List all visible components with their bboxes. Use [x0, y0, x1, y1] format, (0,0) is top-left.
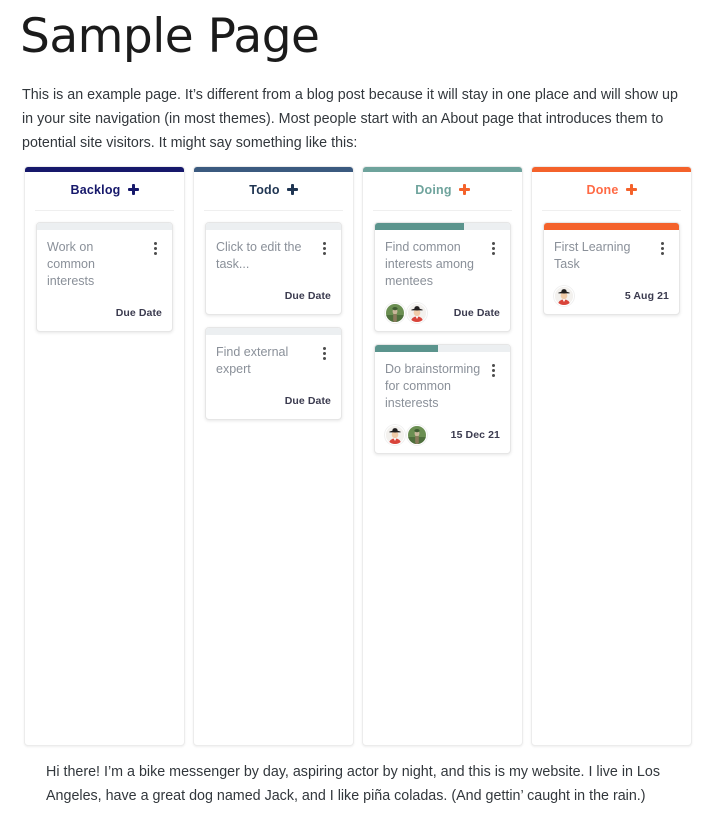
card-top-row: Click to edit the task...: [216, 239, 331, 273]
column-card-list: Find common interests among mentees Due D…: [363, 211, 522, 745]
card-assignee-avatars: [554, 286, 576, 306]
card-title: Work on common interests: [47, 240, 95, 288]
column-card-list: Click to edit the task... Due Date Find ex…: [194, 211, 353, 745]
page-title: Sample Page: [20, 9, 320, 64]
kebab-menu-icon[interactable]: [488, 362, 500, 378]
card-body: Find external expert Due Date: [206, 335, 341, 419]
column-title: Todo: [249, 182, 280, 197]
card-due-date[interactable]: Due Date: [285, 290, 331, 302]
card-assignee-avatars: [385, 425, 429, 445]
avatar-dark-hat-person[interactable]: [554, 286, 574, 306]
card-footer: Due Date: [385, 290, 500, 324]
intro-paragraph: This is an example page. It’s different …: [22, 87, 678, 152]
card-body: Click to edit the task... Due Date: [206, 230, 341, 314]
card-progress-fill: [375, 345, 439, 352]
task-card[interactable]: Do brainstorming for common insterests 15…: [374, 344, 511, 454]
card-top-row: First Learning Task: [554, 239, 669, 273]
card-title: Find common interests among mentees: [385, 240, 474, 288]
avatar-dark-hat-person[interactable]: [385, 425, 405, 445]
add-card-plus-icon[interactable]: [286, 184, 298, 196]
card-body: First Learning Task 5 Aug 21: [544, 230, 679, 314]
sample-page: Sample Page This is an example page. It’…: [0, 0, 716, 818]
kanban-column-todo: Todo Click to edit the task... Due Date Fin…: [193, 166, 354, 746]
card-due-date[interactable]: Due Date: [116, 307, 162, 319]
card-footer: Due Date: [216, 378, 331, 412]
column-title: Backlog: [70, 182, 121, 197]
kebab-menu-icon[interactable]: [488, 240, 500, 256]
avatar-green-person[interactable]: [385, 303, 405, 323]
column-title: Done: [586, 182, 619, 197]
card-title: Do brainstorming for common insterests: [385, 362, 481, 410]
card-assignee-avatars: [385, 303, 429, 323]
column-card-list: Work on common interests Due Date: [25, 211, 184, 745]
kanban-column-backlog: Backlog Work on common interests Due Date: [24, 166, 185, 746]
card-progress-track: [37, 223, 172, 230]
card-due-date[interactable]: Due Date: [285, 395, 331, 407]
card-body: Find common interests among mentees Due D…: [375, 230, 510, 331]
card-footer: 5 Aug 21: [554, 273, 669, 307]
card-due-date[interactable]: Due Date: [454, 307, 500, 319]
card-footer: Due Date: [47, 290, 162, 324]
card-progress-track: [206, 328, 341, 335]
card-body: Work on common interests Due Date: [37, 230, 172, 331]
card-progress-track: [206, 223, 341, 230]
kebab-menu-icon[interactable]: [657, 240, 669, 256]
task-card[interactable]: Find common interests among mentees Due D…: [374, 222, 511, 332]
add-card-plus-icon[interactable]: [458, 184, 470, 196]
card-progress-fill: [544, 223, 679, 230]
kanban-board: Backlog Work on common interests Due Date T…: [24, 166, 692, 746]
column-header: Doing: [373, 172, 512, 211]
card-due-date[interactable]: 5 Aug 21: [625, 290, 669, 302]
card-top-row: Do brainstorming for common insterests: [385, 361, 500, 412]
column-header: Todo: [204, 172, 343, 211]
card-progress-track: [375, 223, 510, 230]
column-card-list: First Learning Task 5 Aug 21: [532, 211, 691, 745]
card-top-row: Find common interests among mentees: [385, 239, 500, 290]
card-title: Find external expert: [216, 345, 289, 376]
card-top-row: Find external expert: [216, 344, 331, 378]
card-footer: Due Date: [216, 273, 331, 307]
avatar-dark-hat-person[interactable]: [407, 303, 427, 323]
card-body: Do brainstorming for common insterests 15…: [375, 352, 510, 453]
card-due-date[interactable]: 15 Dec 21: [451, 429, 500, 441]
add-card-plus-icon[interactable]: [127, 184, 139, 196]
card-progress-track: [375, 345, 510, 352]
card-footer: 15 Dec 21: [385, 412, 500, 446]
card-progress-fill: [375, 223, 465, 230]
avatar-green-person[interactable]: [407, 425, 427, 445]
task-card[interactable]: Work on common interests Due Date: [36, 222, 173, 332]
card-top-row: Work on common interests: [47, 239, 162, 290]
kebab-menu-icon[interactable]: [319, 345, 331, 361]
kebab-menu-icon[interactable]: [150, 240, 162, 256]
outro-paragraph: Hi there! I’m a bike messenger by day, a…: [46, 764, 660, 804]
card-progress-track: [544, 223, 679, 230]
column-title: Doing: [415, 182, 452, 197]
add-card-plus-icon[interactable]: [625, 184, 637, 196]
task-card[interactable]: Click to edit the task... Due Date: [205, 222, 342, 315]
card-title: First Learning Task: [554, 240, 631, 271]
card-title: Click to edit the task...: [216, 240, 302, 271]
column-header: Backlog: [35, 172, 174, 211]
kebab-menu-icon[interactable]: [319, 240, 331, 256]
kanban-column-doing: Doing Find common interests among mentees…: [362, 166, 523, 746]
column-header: Done: [542, 172, 681, 211]
kanban-column-done: Done First Learning Task 5 Aug 21: [531, 166, 692, 746]
task-card[interactable]: Find external expert Due Date: [205, 327, 342, 420]
task-card[interactable]: First Learning Task 5 Aug 21: [543, 222, 680, 315]
